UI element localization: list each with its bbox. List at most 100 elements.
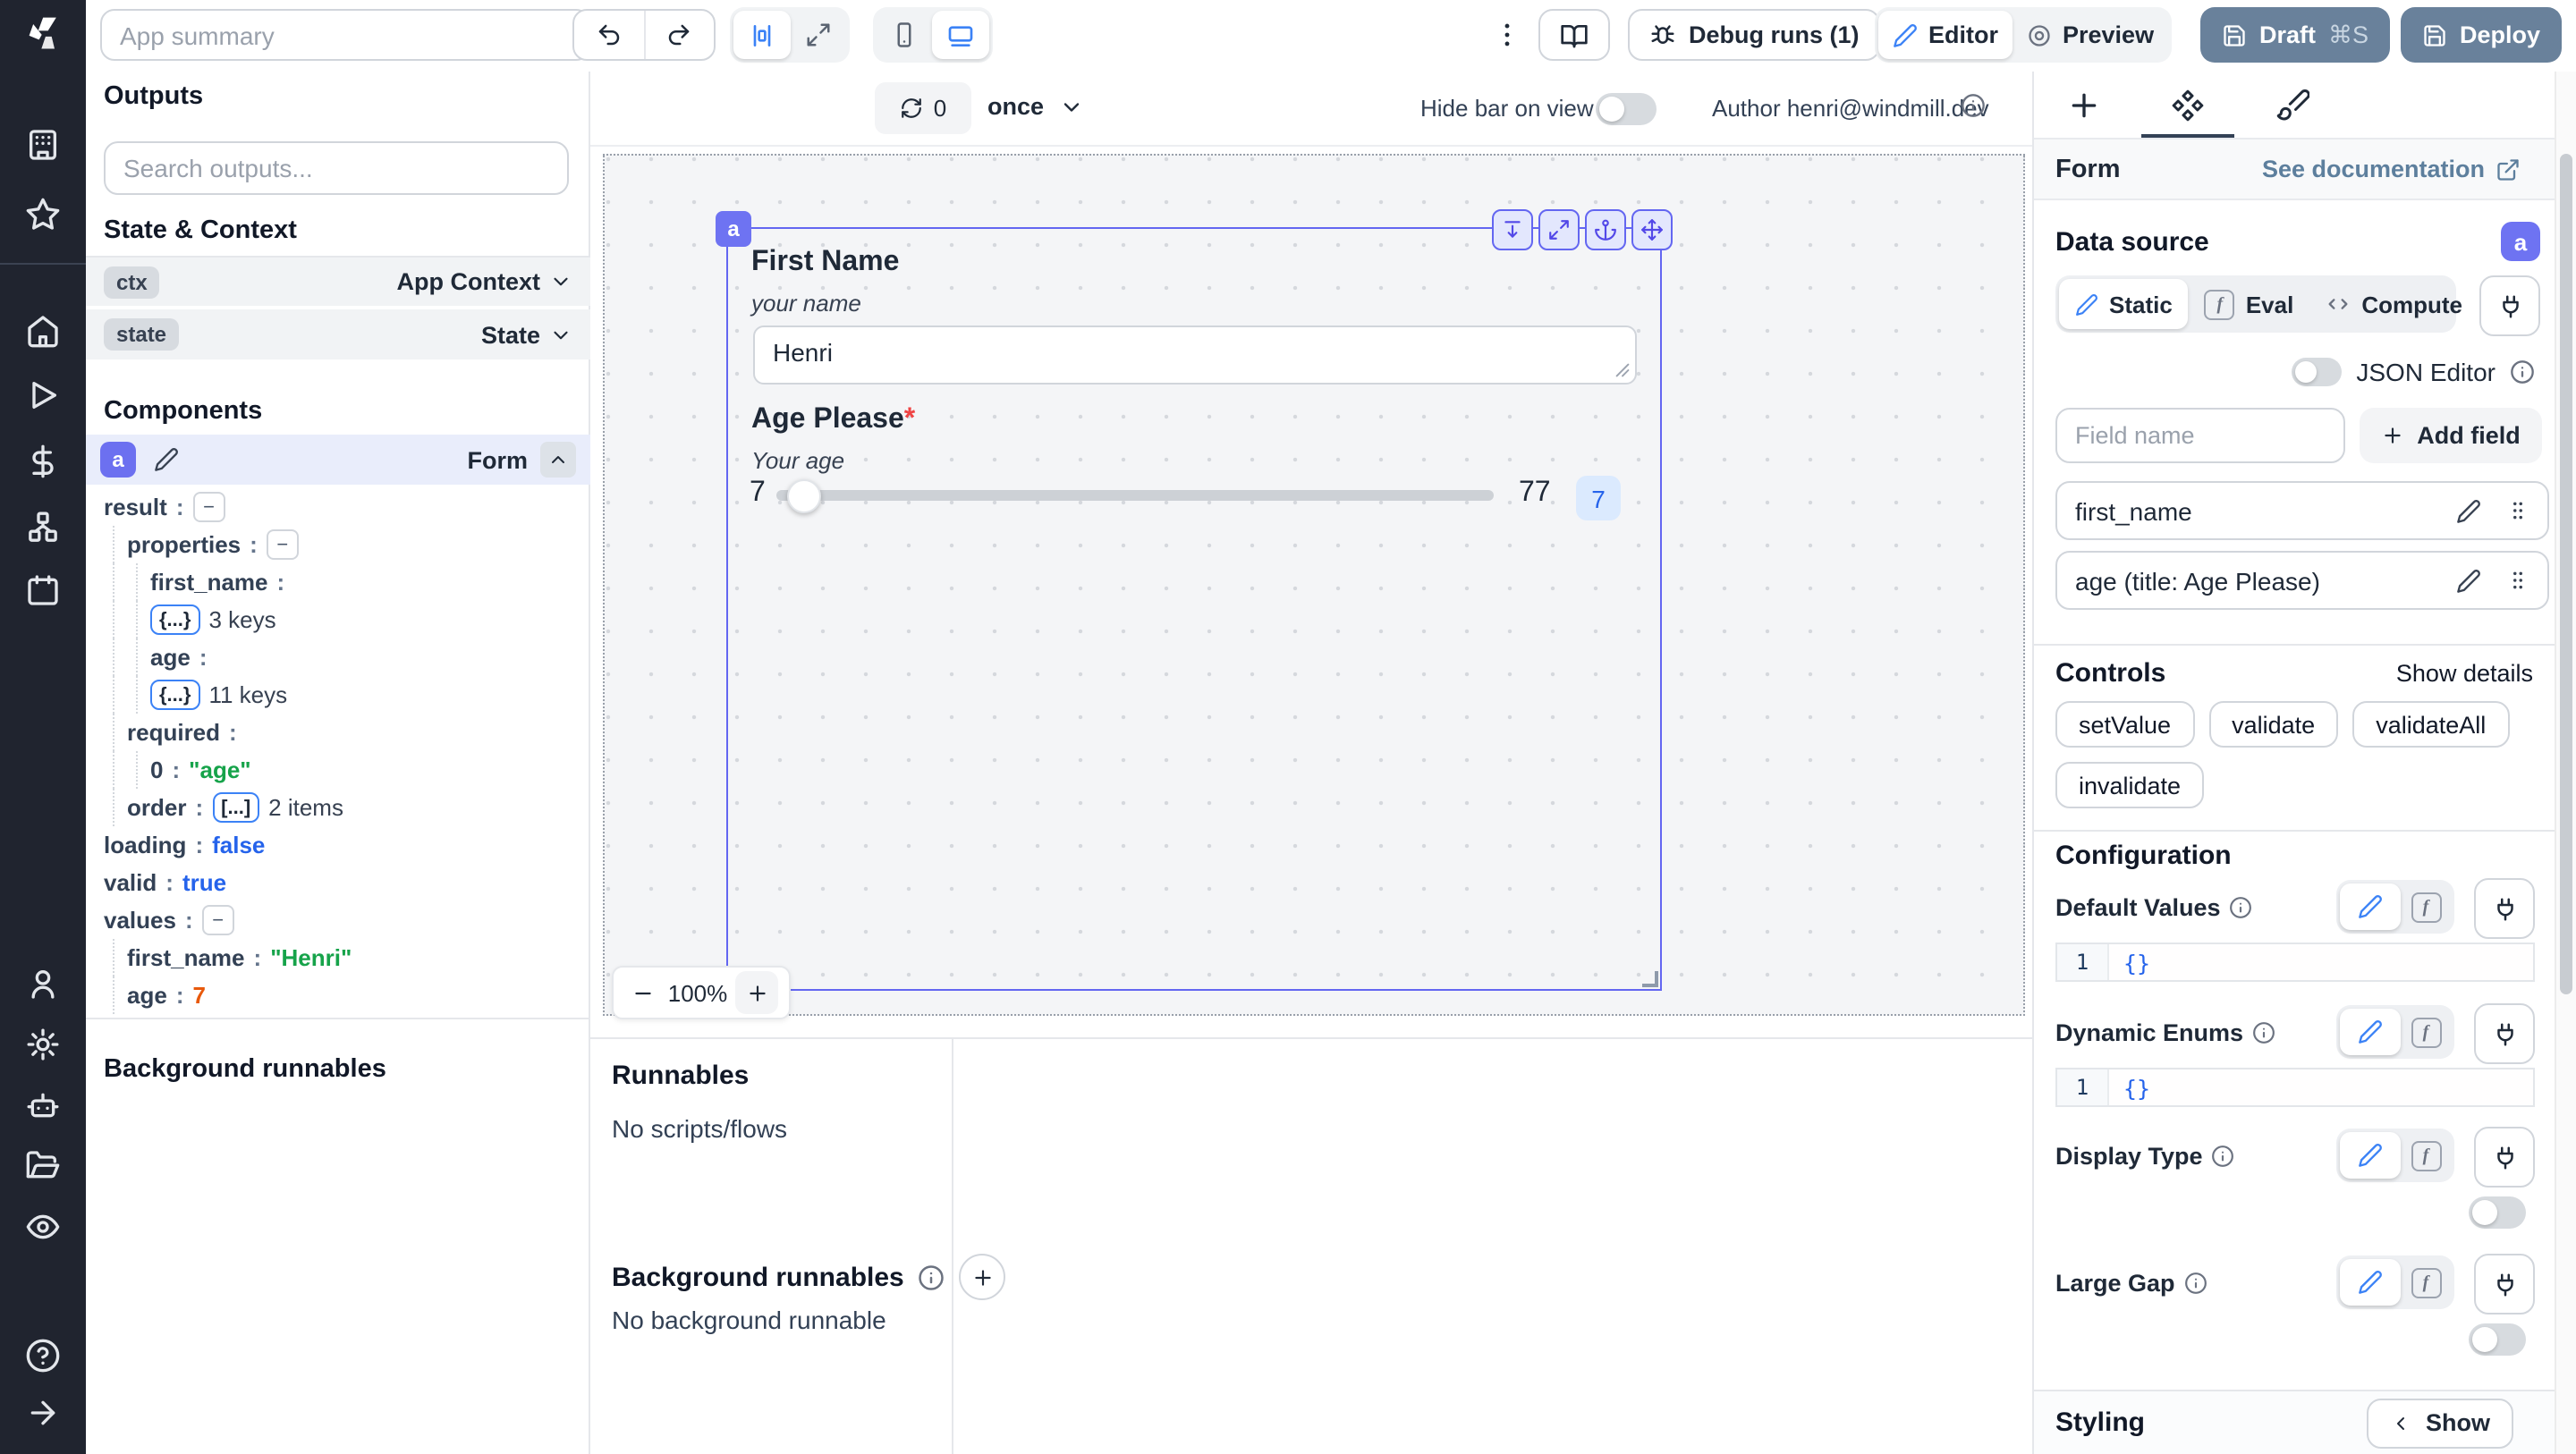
mobile-view-button[interactable] — [877, 11, 932, 59]
eval-mode-button[interactable]: f Eval — [2189, 279, 2310, 329]
expand-object-button[interactable]: {...} — [150, 604, 200, 635]
control-pill[interactable]: invalidate — [2055, 762, 2205, 808]
pencil-icon[interactable] — [2456, 568, 2481, 593]
static-mode-button[interactable]: Static — [2059, 279, 2189, 329]
eval-mode-button[interactable]: f — [2401, 1267, 2451, 1298]
app-summary-input[interactable] — [100, 9, 590, 61]
settings-icon[interactable] — [25, 1027, 61, 1062]
workers-icon[interactable] — [25, 1087, 61, 1123]
zoom-out-button[interactable] — [624, 981, 660, 1004]
windmill-logo-icon[interactable] — [25, 14, 64, 54]
run-mode-dropdown[interactable]: once — [987, 93, 1083, 120]
collapse-component-button[interactable] — [540, 442, 576, 478]
config-code-editor[interactable]: 1 {} — [2055, 1068, 2535, 1107]
first-name-textarea[interactable]: Henri — [753, 325, 1637, 385]
hide-bar-toggle[interactable] — [1596, 93, 1657, 125]
show-details-link[interactable]: Show details — [2396, 660, 2533, 687]
desktop-view-button[interactable] — [932, 11, 989, 59]
drag-handle-icon[interactable] — [2506, 499, 2529, 522]
tree-row[interactable]: order: [...] 2 items — [86, 789, 590, 826]
component-row-form[interactable]: a Form — [86, 435, 590, 485]
anchor-button[interactable] — [1585, 209, 1626, 250]
pencil-icon[interactable] — [2358, 1143, 2383, 1168]
connect-plug-button[interactable] — [2474, 1127, 2535, 1188]
age-slider-thumb[interactable] — [787, 479, 821, 513]
deploy-button[interactable]: Deploy — [2401, 7, 2563, 63]
info-icon[interactable] — [2212, 1144, 2235, 1167]
tree-row[interactable]: loading: false — [86, 826, 590, 864]
tree-row[interactable]: age: — [86, 638, 590, 676]
eval-mode-button[interactable]: f — [2401, 1140, 2451, 1171]
config-code-editor[interactable]: 1 {} — [2055, 943, 2535, 982]
center-layout-button[interactable] — [733, 11, 791, 59]
draft-button[interactable]: Draft ⌘S — [2200, 7, 2391, 63]
collapse-toggle[interactable]: − — [266, 529, 299, 560]
collapse-toggle[interactable]: − — [192, 492, 225, 522]
drag-handle-icon[interactable] — [2506, 569, 2529, 592]
users-icon[interactable] — [25, 966, 61, 1002]
help-icon[interactable] — [25, 1338, 61, 1374]
editor-tab[interactable]: Editor — [1878, 11, 2012, 59]
json-editor-toggle[interactable] — [2292, 358, 2343, 386]
eval-mode-button[interactable]: f — [2401, 892, 2451, 922]
resources-icon[interactable] — [25, 510, 61, 545]
config-toggle[interactable] — [2469, 1196, 2526, 1229]
redo-button[interactable] — [645, 21, 714, 48]
refresh-count-button[interactable]: 0 — [875, 82, 971, 134]
preview-tab[interactable]: Preview — [2012, 11, 2168, 59]
insert-component-tab[interactable] — [2066, 88, 2102, 123]
tree-row[interactable]: valid: true — [86, 864, 590, 901]
static-mode-button[interactable] — [2340, 883, 2401, 930]
expand-object-button[interactable]: [...] — [212, 792, 260, 823]
config-toggle[interactable] — [2469, 1323, 2526, 1356]
connect-plug-button[interactable] — [2474, 878, 2535, 939]
search-outputs-input[interactable] — [104, 141, 569, 195]
schema-field-item[interactable]: age (title: Age Please) — [2055, 551, 2549, 610]
move-button[interactable] — [1631, 209, 1673, 250]
tree-row[interactable]: properties: − — [86, 526, 590, 563]
canvas-grid[interactable]: a First Name your name Henri Age Please*… — [603, 154, 2025, 1019]
static-mode-button[interactable] — [2340, 1009, 2401, 1055]
control-pill[interactable]: validate — [2208, 701, 2339, 748]
component-resize-handle[interactable] — [1642, 971, 1658, 987]
collapse-toggle[interactable]: − — [201, 905, 234, 935]
fullscreen-button[interactable] — [1538, 209, 1580, 250]
age-slider-track[interactable] — [776, 490, 1494, 501]
static-mode-button[interactable] — [2340, 1132, 2401, 1179]
tree-row[interactable]: required: — [86, 714, 590, 751]
tree-row[interactable]: values: − — [86, 901, 590, 939]
control-pill[interactable]: setValue — [2055, 701, 2195, 748]
runs-icon[interactable] — [25, 377, 61, 413]
info-icon[interactable] — [919, 1264, 945, 1290]
control-pill[interactable]: validateAll — [2352, 701, 2510, 748]
workspace-icon[interactable] — [25, 127, 61, 163]
info-icon[interactable] — [2252, 1020, 2275, 1044]
eval-mode-button[interactable]: f — [2401, 1017, 2451, 1047]
favorites-icon[interactable] — [25, 197, 61, 232]
collapse-sidebar-icon[interactable] — [25, 1395, 61, 1431]
undo-button[interactable] — [574, 21, 643, 48]
fullwidth-layout-button[interactable] — [791, 11, 846, 59]
home-icon[interactable] — [25, 313, 61, 349]
info-icon[interactable] — [2184, 1271, 2207, 1294]
add-background-runnable-button[interactable] — [959, 1254, 1006, 1300]
field-name-input[interactable] — [2055, 408, 2345, 463]
show-styling-button[interactable]: Show — [2367, 1398, 2513, 1448]
variables-icon[interactable] — [25, 444, 61, 479]
connect-plug-button[interactable] — [2479, 275, 2540, 336]
tree-row[interactable]: result: − — [86, 488, 590, 526]
schema-field-item[interactable]: first_name — [2055, 481, 2549, 540]
textarea-resize-handle[interactable] — [1615, 363, 1630, 377]
audit-logs-icon[interactable] — [25, 1209, 61, 1245]
zoom-in-button[interactable] — [735, 971, 778, 1014]
info-icon[interactable] — [2510, 359, 2535, 385]
expand-down-button[interactable] — [1492, 209, 1533, 250]
rename-component-icon[interactable] — [154, 447, 179, 472]
pencil-icon[interactable] — [2358, 894, 2383, 919]
tree-row[interactable]: first_name: "Henri" — [86, 939, 590, 976]
styling-tab[interactable] — [2274, 88, 2309, 123]
add-field-button[interactable]: Add field — [2360, 408, 2542, 463]
debug-runs-button[interactable]: Debug runs (1) — [1628, 9, 1881, 61]
connect-plug-button[interactable] — [2474, 1254, 2535, 1315]
expand-object-button[interactable]: {...} — [150, 680, 200, 710]
